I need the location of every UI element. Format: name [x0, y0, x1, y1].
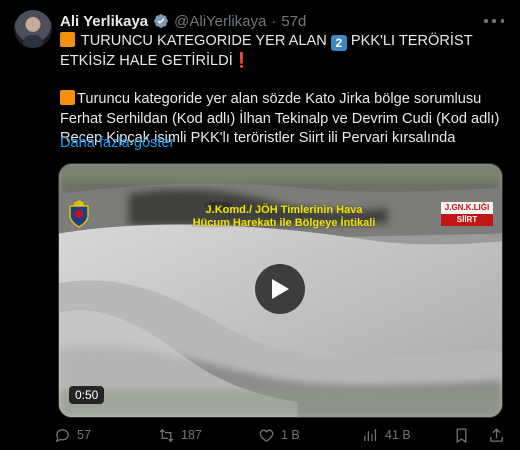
orange-square-icon	[60, 90, 75, 105]
bookmark-icon	[456, 427, 467, 443]
play-button[interactable]	[255, 264, 305, 314]
play-icon	[272, 279, 289, 299]
tweet-text: TURUNCU KATEGORIDE YER ALAN 2 PKK'LI TER…	[60, 32, 500, 149]
video-caption-overlay: J.Komd./ JÖH Timlerinin Hava Hücum Harek…	[179, 204, 389, 230]
views-count: 41 B	[385, 428, 411, 442]
share-button[interactable]	[488, 424, 505, 446]
gendarmerie-emblem-icon	[69, 200, 89, 228]
overlay-line-2: Hücum Harekatı ile Bölgeye İntikali	[192, 217, 376, 229]
author-handle[interactable]: @AliYerlikaya	[174, 13, 266, 30]
like-button[interactable]: 1 B	[258, 424, 300, 446]
more-options-icon[interactable]	[484, 14, 504, 28]
tweet[interactable]: Ali Yerlikaya @AliYerlikaya · 57d TURUNC…	[0, 0, 520, 450]
headline-line2: GETİRİLDİ	[161, 52, 233, 69]
keycap-two-icon: 2	[330, 35, 347, 51]
video-player[interactable]: J.Komd./ JÖH Timlerinin Hava Hücum Harek…	[58, 163, 503, 418]
repost-icon	[159, 428, 174, 442]
video-duration: 0:50	[69, 386, 105, 404]
exclamation-icon: ❗	[232, 52, 251, 69]
badge-top: J.GN.K.LIĞI	[441, 202, 493, 214]
overlay-line-1: J.Komd./ JÖH Timlerinin Hava	[205, 204, 363, 216]
badge-bottom: SİİRT	[441, 214, 493, 226]
orange-square-icon	[60, 32, 75, 47]
heart-icon	[259, 429, 274, 442]
unit-badge: J.GN.K.LIĞI SİİRT	[441, 202, 493, 226]
tweet-header: Ali Yerlikaya @AliYerlikaya · 57d	[60, 11, 306, 31]
headline-prefix: TURUNCU KATEGORIDE YER ALAN	[80, 33, 327, 49]
reply-icon	[55, 428, 69, 442]
reply-button[interactable]: 57	[54, 424, 91, 446]
repost-count: 187	[181, 428, 202, 442]
repost-button[interactable]: 187	[158, 424, 202, 446]
tweet-headline: TURUNCU KATEGORIDE YER ALAN 2 PKK'LI TER…	[60, 32, 500, 71]
avatar[interactable]	[14, 10, 52, 48]
like-count: 1 B	[281, 428, 300, 442]
reply-count: 57	[77, 428, 91, 442]
separator-dot: ·	[271, 12, 277, 30]
verified-badge-icon	[154, 14, 168, 28]
views-button[interactable]: 41 B	[362, 424, 411, 446]
show-more-link[interactable]: Daha fazla göster	[60, 135, 174, 151]
views-chart-icon	[364, 428, 377, 441]
share-icon	[490, 427, 503, 442]
tweet-timestamp[interactable]: 57d	[281, 13, 306, 30]
author-name[interactable]: Ali Yerlikaya	[60, 13, 148, 30]
bookmark-button[interactable]	[453, 424, 470, 446]
tweet-actions-bar: 57 187 1 B 41 B	[54, 424, 510, 446]
